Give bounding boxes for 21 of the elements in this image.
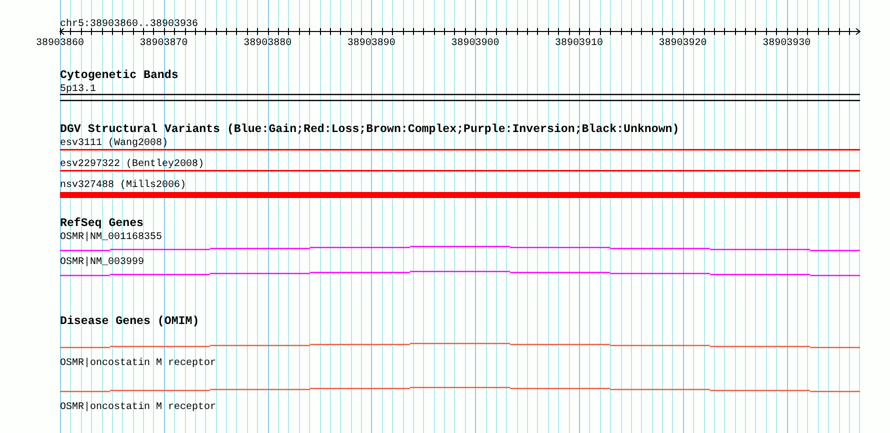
ruler-label: 38903930 bbox=[762, 38, 811, 49]
ruler-label: 38903890 bbox=[347, 38, 396, 49]
disease-gene-label: OSMR|oncostatin M receptor bbox=[60, 358, 216, 369]
variant-label: esv3111 (Wang2008) bbox=[60, 138, 168, 149]
ruler-label: 38903860 bbox=[36, 38, 84, 49]
band-label: 5p13.1 bbox=[60, 84, 96, 95]
ruler-label: 38903920 bbox=[658, 38, 707, 49]
disease-gene-label: OSMR|oncostatin M receptor bbox=[60, 402, 216, 413]
gene-label: OSMR|NM_003999 bbox=[60, 257, 144, 268]
ruler-title: chr5:38903860..38903936 bbox=[60, 19, 198, 30]
gene-label: OSMR|NM_001168355 bbox=[60, 232, 162, 243]
track-title: Disease Genes (OMIM) bbox=[60, 315, 200, 328]
ruler-label: 38903900 bbox=[451, 38, 500, 49]
track-title: DGV Structural Variants (Blue:Gain;Red:Loss;Brown:Complex;Purple:Inversion;Black:Unknown) bbox=[60, 123, 680, 136]
track-title: Cytogenetic Bands bbox=[60, 69, 178, 82]
ruler-label: 38903880 bbox=[244, 38, 292, 49]
variant-label: esv2297322 (Bentley2008) bbox=[60, 159, 204, 170]
track-title: RefSeq Genes bbox=[60, 217, 144, 230]
variant-label: nsv327488 (Mills2006) bbox=[60, 180, 186, 191]
ruler-label: 38903910 bbox=[555, 38, 603, 49]
ruler-label: 38903870 bbox=[140, 38, 188, 49]
